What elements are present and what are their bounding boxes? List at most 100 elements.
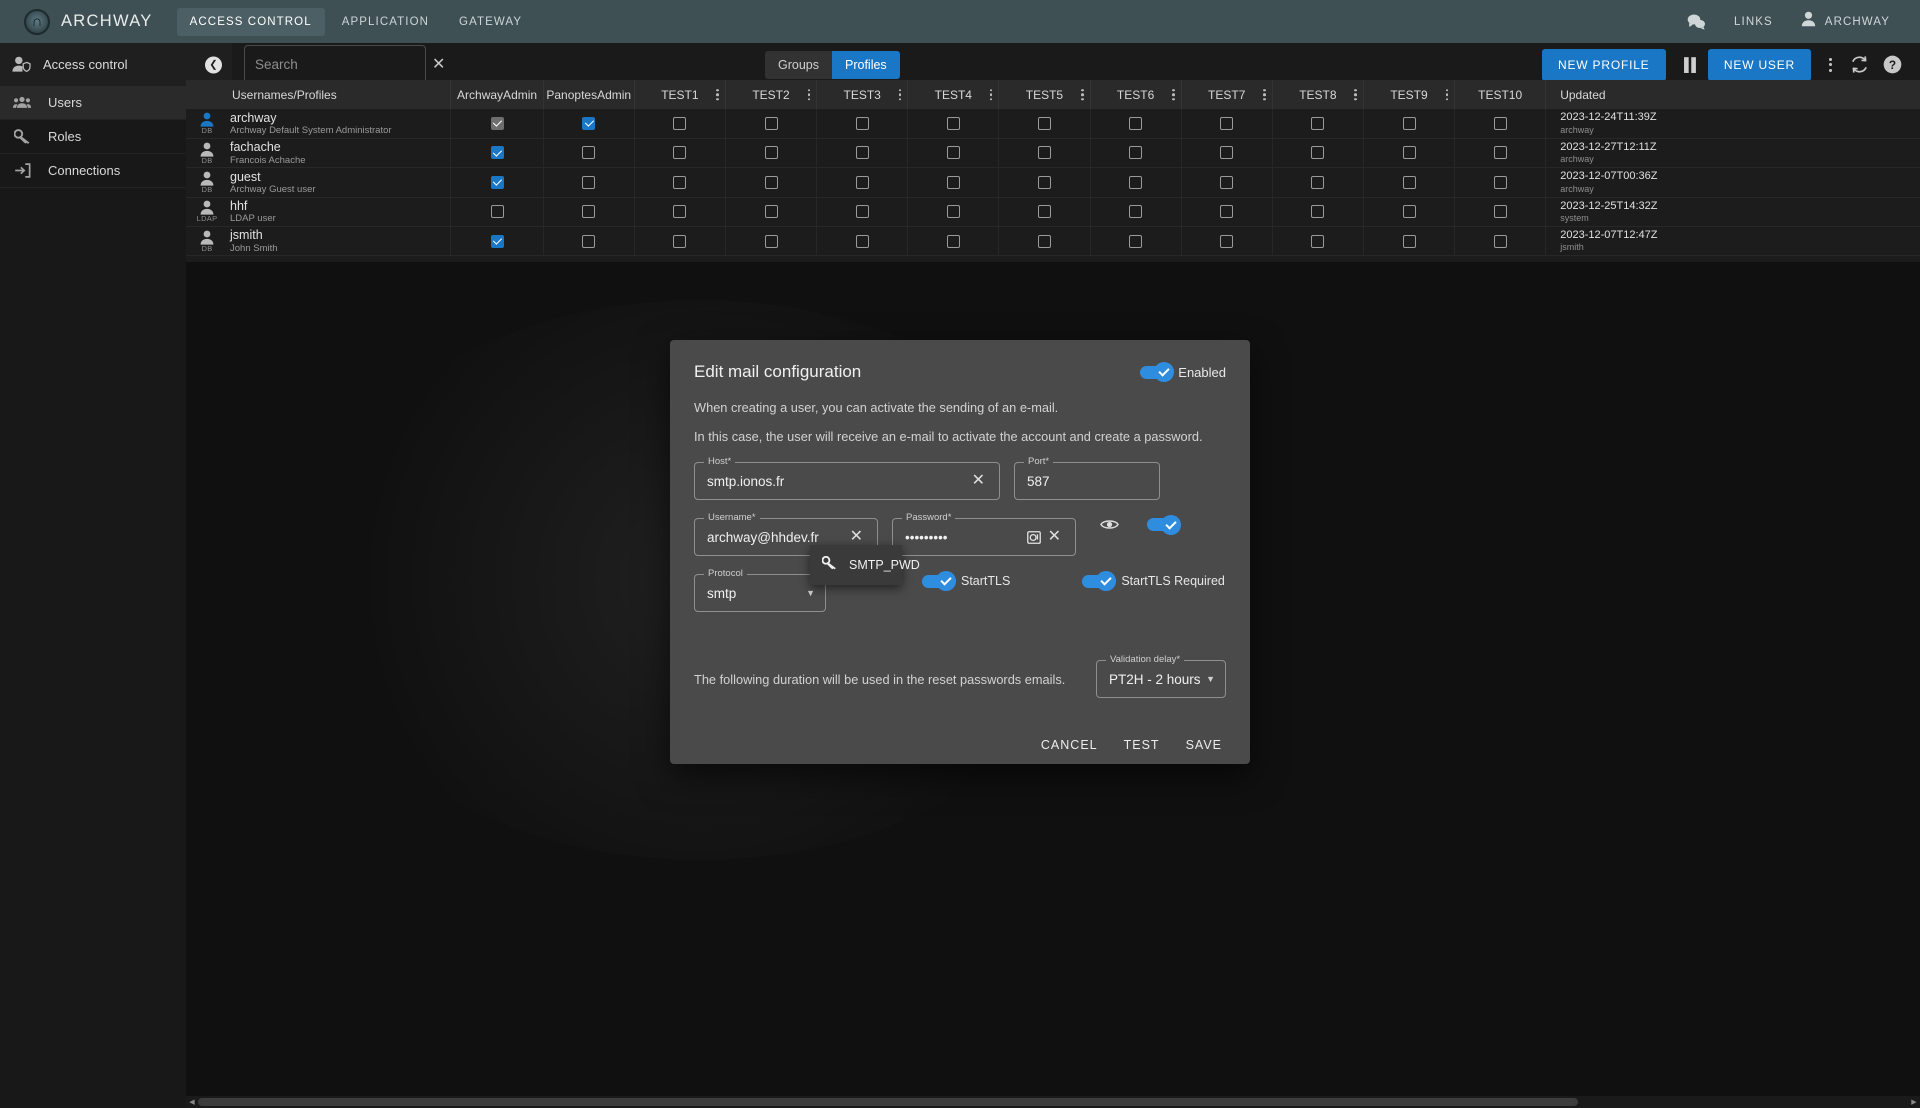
nav-tab-access-control[interactable]: ACCESS CONTROL [176, 7, 325, 36]
user-menu[interactable]: ARCHWAY [1801, 11, 1890, 32]
column-test1[interactable]: TEST1 [634, 80, 726, 109]
checkbox[interactable] [490, 146, 504, 160]
cell-test6[interactable] [1090, 109, 1182, 139]
vault-icon[interactable] [1024, 530, 1044, 544]
checkbox[interactable] [1402, 205, 1416, 219]
cell-test4[interactable] [907, 138, 1000, 168]
checkbox[interactable] [1493, 116, 1507, 130]
checkbox[interactable] [673, 116, 687, 130]
checkbox[interactable] [1220, 116, 1234, 130]
chevron-down-icon[interactable]: ▼ [1206, 674, 1215, 684]
column-usernames-profiles[interactable]: Usernames/Profiles [186, 80, 452, 109]
cell-panoptesadmin[interactable] [543, 167, 635, 198]
checkbox[interactable] [1402, 146, 1416, 160]
checkbox[interactable] [1037, 175, 1051, 189]
checkbox[interactable] [1311, 116, 1325, 130]
checkbox[interactable] [490, 234, 504, 248]
sidebar-item-connections[interactable]: Connections [0, 154, 186, 188]
cell-test10[interactable] [1454, 109, 1547, 139]
checkbox[interactable] [1402, 234, 1416, 248]
column-test6[interactable]: TEST6 [1090, 80, 1182, 109]
cell-test3[interactable] [816, 197, 909, 227]
links-link[interactable]: LINKS [1734, 16, 1773, 28]
cell-test1[interactable] [634, 167, 726, 198]
cell-test4[interactable] [907, 167, 1000, 198]
table-row[interactable]: DB fachache Francois Achache 2023-12-27T… [186, 138, 1920, 168]
column-test9[interactable]: TEST9 [1363, 80, 1456, 109]
cell-test1[interactable] [634, 109, 726, 139]
column-menu-icon[interactable] [716, 88, 719, 101]
starttls-toggle[interactable] [922, 571, 956, 591]
checkbox[interactable] [582, 146, 596, 160]
new-user-button[interactable]: NEW USER [1707, 48, 1811, 81]
checkbox[interactable] [582, 175, 596, 189]
starttls-switch-group[interactable]: StartTLS [922, 571, 1010, 591]
cell-test3[interactable] [816, 109, 909, 139]
cell-test6[interactable] [1090, 167, 1182, 198]
checkbox[interactable] [764, 234, 778, 248]
cell-test5[interactable] [998, 197, 1091, 227]
close-icon[interactable]: ✕ [846, 529, 867, 545]
checkbox[interactable] [1129, 205, 1143, 219]
checkbox[interactable] [855, 146, 869, 160]
cancel-button[interactable]: CANCEL [1039, 734, 1100, 756]
cell-test1[interactable] [634, 197, 726, 227]
chevron-down-icon[interactable]: ▼ [806, 588, 815, 598]
checkbox[interactable] [1129, 175, 1143, 189]
password-autofill-suggestion[interactable]: SMTP_PWD [810, 545, 920, 585]
port-field[interactable]: Port* [1014, 456, 1160, 500]
kebab-menu-icon[interactable] [1825, 54, 1836, 76]
column-updated[interactable]: Updated [1545, 80, 1920, 109]
checkbox[interactable] [764, 205, 778, 219]
checkbox[interactable] [1037, 234, 1051, 248]
checkbox[interactable] [490, 175, 504, 189]
cell-test10[interactable] [1454, 226, 1547, 256]
cell-panoptesadmin[interactable] [543, 197, 635, 227]
cell-test2[interactable] [725, 167, 818, 198]
cell-test8[interactable] [1272, 226, 1364, 256]
test-button[interactable]: TEST [1122, 734, 1162, 756]
cell-test5[interactable] [998, 109, 1091, 139]
checkbox[interactable] [946, 116, 960, 130]
table-row[interactable]: DB jsmith John Smith 2023-12-07T12:47Z j… [186, 226, 1920, 256]
scrollbar-track[interactable] [198, 1096, 1908, 1108]
cell-panoptesadmin[interactable] [543, 138, 635, 168]
cell-test7[interactable] [1181, 138, 1273, 168]
cell-test9[interactable] [1363, 226, 1456, 256]
checkbox[interactable] [1311, 234, 1325, 248]
cell-test6[interactable] [1090, 197, 1182, 227]
checkbox[interactable] [582, 234, 596, 248]
cell-test4[interactable] [907, 109, 1000, 139]
cell-test7[interactable] [1181, 197, 1273, 227]
table-row[interactable]: DB archway Archway Default System Admini… [186, 109, 1920, 139]
cell-test9[interactable] [1363, 167, 1456, 198]
host-input[interactable] [707, 473, 968, 489]
checkbox[interactable] [1220, 146, 1234, 160]
search-box[interactable]: ✕ [244, 45, 445, 84]
password-source-toggle[interactable] [1147, 514, 1181, 535]
column-menu-icon[interactable] [1081, 88, 1084, 101]
checkbox[interactable] [946, 175, 960, 189]
close-icon[interactable]: ✕ [1044, 529, 1065, 545]
checkbox[interactable] [1493, 234, 1507, 248]
cell-test6[interactable] [1090, 138, 1182, 168]
checkbox[interactable] [764, 175, 778, 189]
cell-test8[interactable] [1272, 109, 1364, 139]
enabled-toggle-group[interactable]: Enabled [1140, 362, 1226, 382]
checkbox[interactable] [1220, 175, 1234, 189]
checkbox[interactable] [855, 234, 869, 248]
cell-archwayadmin[interactable] [450, 138, 544, 168]
checkbox[interactable] [855, 205, 869, 219]
cell-panoptesadmin[interactable] [543, 226, 635, 256]
checkbox[interactable] [764, 116, 778, 130]
checkbox[interactable] [490, 116, 504, 130]
username-input[interactable] [707, 529, 846, 545]
column-test5[interactable]: TEST5 [998, 80, 1091, 109]
cell-archwayadmin[interactable] [450, 167, 544, 198]
close-icon[interactable]: ✕ [968, 473, 989, 489]
port-input[interactable] [1027, 473, 1149, 489]
password-field[interactable]: Password* ✕ [892, 512, 1076, 556]
scroll-left-icon[interactable]: ◀ [186, 1098, 198, 1106]
cell-test4[interactable] [907, 197, 1000, 227]
cell-test10[interactable] [1454, 167, 1547, 198]
